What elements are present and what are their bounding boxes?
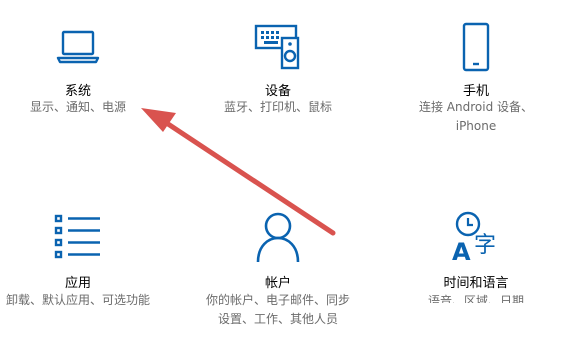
tile-phone[interactable]: 手机 连接 Android 设备、 iPhone xyxy=(376,18,562,158)
tile-description: iPhone xyxy=(455,119,497,133)
tile-description: 卸载、默认应用、可选功能 xyxy=(5,293,150,307)
tile-label: 应用 xyxy=(64,276,91,291)
tile-label: 设备 xyxy=(264,84,291,99)
tile-description: 你的帐户、电子邮件、同步 xyxy=(205,293,350,307)
laptop-icon xyxy=(54,26,102,70)
tile-accounts[interactable]: 帐户 你的帐户、电子邮件、同步 设置、工作、其他人员 xyxy=(178,210,378,350)
tile-description: 显示、通知、电源 xyxy=(29,100,126,114)
svg-text:字: 字 xyxy=(474,233,496,258)
tile-label: 手机 xyxy=(462,84,489,99)
clock-language-icon: A 字 xyxy=(448,210,504,268)
tile-description: 连接 Android 设备、 xyxy=(418,100,534,114)
tile-label: 时间和语言 xyxy=(443,276,509,291)
tile-apps[interactable]: 应用 卸载、默认应用、可选功能 xyxy=(0,210,178,350)
phone-icon xyxy=(456,20,496,78)
tile-time[interactable]: A 字 时间和语言 语音、区域、日期 xyxy=(376,210,562,350)
tile-description: 设置、工作、其他人员 xyxy=(217,312,338,326)
keyboard-speaker-icon xyxy=(250,22,306,74)
tile-system[interactable]: 系统 显示、通知、电源 xyxy=(0,18,178,158)
tile-description: 语音、区域、日期 xyxy=(427,294,524,303)
list-icon xyxy=(52,210,104,266)
svg-text:A: A xyxy=(452,238,471,264)
tile-devices[interactable]: 设备 蓝牙、打印机、鼠标 xyxy=(178,18,378,158)
tile-description: 蓝牙、打印机、鼠标 xyxy=(223,100,332,114)
tile-label: 帐户 xyxy=(264,276,291,291)
tile-label: 系统 xyxy=(64,84,91,99)
person-icon xyxy=(253,210,303,268)
